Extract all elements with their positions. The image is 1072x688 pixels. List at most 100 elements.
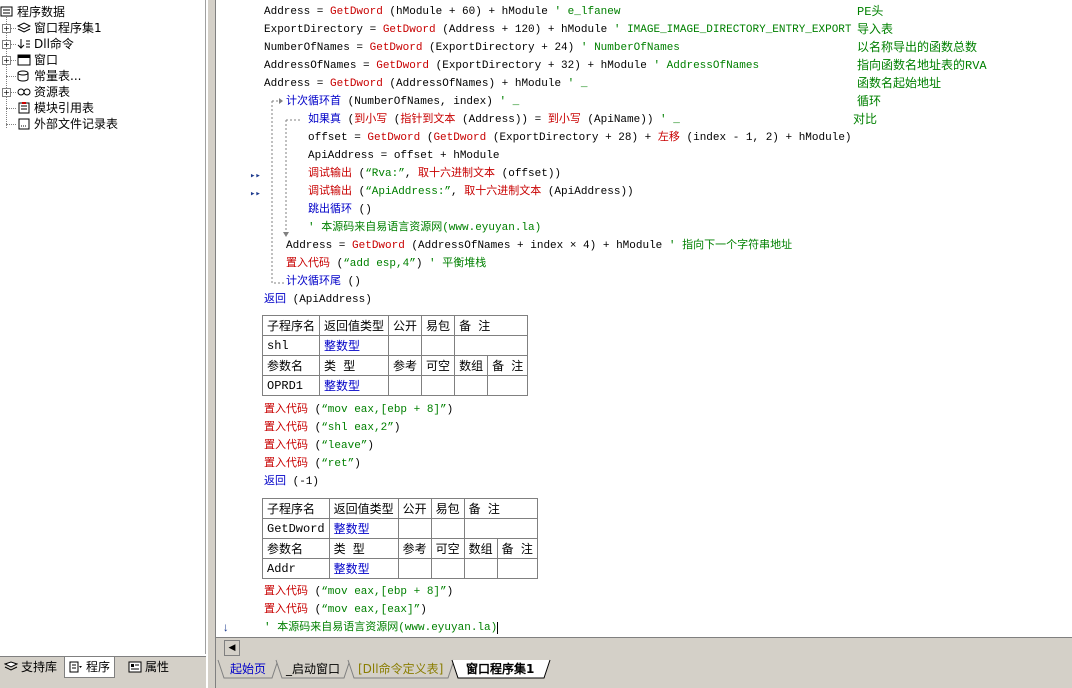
tree-item-label: 窗口 [34, 53, 59, 67]
remark-cell[interactable] [463, 518, 538, 539]
code-line[interactable]: Address = GetDword (AddressOfNames) + hM… [264, 75, 587, 93]
code-line[interactable]: NumberOfNames = GetDword (ExportDirector… [264, 39, 680, 57]
sub-name-cell[interactable]: GetDword [262, 518, 330, 539]
panel-splitter[interactable] [207, 0, 216, 688]
param-name-cell[interactable]: Addr [262, 558, 330, 579]
code-line[interactable]: 置入代码 (“mov eax,[ebp + 8]”) [264, 401, 453, 419]
tab-startup-window[interactable]: _启动窗口 [280, 660, 346, 678]
col-header: 备 注 [454, 315, 529, 336]
tab-window-assembly[interactable]: 窗口程序集1 [460, 660, 540, 678]
tree-item-label: Dll命令 [34, 37, 74, 51]
tree-item-resources[interactable]: 资源表 [17, 84, 70, 100]
tab-properties[interactable]: 属性 [124, 657, 173, 677]
code-line[interactable]: 置入代码 (“shl eax,2”) [264, 419, 400, 437]
subroutine-table-getdword: 子程序名 返回值类型 公开 易包 备 注 GetDword 整数型 参数名 类 … [262, 498, 538, 579]
param-array-cell[interactable] [463, 558, 498, 579]
tree-item-module-refs[interactable]: 模块引用表 [17, 100, 94, 116]
code-line[interactable]: 调试输出 (“Rva:”, 取十六进制文本 (offset)) [308, 165, 561, 183]
tab-program[interactable]: 程序 [64, 657, 116, 678]
col-header: 返回值类型 [319, 315, 390, 336]
code-line[interactable]: 置入代码 (“ret”) [264, 455, 361, 473]
col-header: 易包 [421, 315, 456, 336]
expand-toggle[interactable]: + [2, 88, 11, 97]
tree-item-dll-commands[interactable]: Dll命令 [17, 36, 74, 52]
tree-root-label: 程序数据 [17, 5, 66, 19]
code-line[interactable]: 置入代码 (“add esp,4”) ' 平衡堆栈 [286, 255, 486, 273]
properties-icon [128, 659, 142, 673]
code-line[interactable]: AddressOfNames = GetDword (ExportDirecto… [264, 57, 759, 75]
code-editor[interactable]: ▸▸ ▸▸ Address = GetDword (hModule + 60) … [216, 0, 1072, 637]
tree-item-label: 常量表... [34, 69, 82, 83]
tree-item-constants[interactable]: 常量表... [17, 68, 81, 84]
horizontal-scrollbar[interactable]: ◀ [216, 637, 1072, 658]
code-line[interactable]: 置入代码 (“mov eax,[eax]”) [264, 601, 427, 619]
public-cell[interactable] [388, 335, 423, 356]
param-remark-cell[interactable] [496, 558, 538, 579]
window-icon [17, 54, 31, 66]
param-remark-cell[interactable] [487, 375, 529, 396]
code-line[interactable]: 返回 (-1) [264, 473, 319, 491]
code-line[interactable]: 调试输出 (“ApiAddress:”, 取十六进制文本 (ApiAddress… [308, 183, 634, 201]
code-line[interactable]: offset = GetDword (GetDword (ExportDirec… [308, 129, 852, 147]
code-line[interactable]: ApiAddress = offset + hModule [308, 147, 499, 165]
tab-support-library[interactable]: 支持库 [0, 657, 61, 677]
code-line[interactable]: 置入代码 (“mov eax,[ebp + 8]”) [264, 583, 453, 601]
package-cell[interactable] [421, 335, 456, 356]
param-type-cell[interactable]: 整数型 [328, 558, 399, 579]
editor-tab-strip: 起始页 _启动窗口 [Dll命令定义表] 窗口程序集1 [216, 658, 1072, 680]
param-nullable-cell[interactable] [421, 375, 456, 396]
breakpoint-arrow-icon[interactable]: ▸▸ [250, 188, 262, 200]
return-type-cell[interactable]: 整数型 [328, 518, 399, 539]
tree-item-window[interactable]: 窗口 [17, 52, 58, 68]
breakpoint-arrow-icon[interactable]: ▸▸ [250, 170, 262, 182]
col-header: 类 型 [319, 355, 390, 376]
param-name-cell[interactable]: OPRD1 [261, 375, 321, 396]
package-cell[interactable] [430, 518, 465, 539]
col-header: 返回值类型 [328, 498, 399, 519]
tree-item-window-assembly[interactable]: 窗口程序集1 [16, 20, 102, 36]
param-type-cell[interactable]: 整数型 [319, 375, 390, 396]
tree-root[interactable]: 程序数据 [0, 4, 65, 20]
param-ref-cell[interactable] [388, 375, 423, 396]
code-line[interactable]: ExportDirectory = GetDword (Address + 12… [264, 21, 852, 39]
project-tree: 程序数据 + 窗口程序集1 + Dll命令 + 窗口 常量表... + 资源表 … [0, 0, 206, 654]
sub-name-cell[interactable]: shl [261, 335, 321, 356]
tree-item-label: 资源表 [34, 85, 71, 99]
param-array-cell[interactable] [454, 375, 489, 396]
line-note: 指向函数名地址表的RVA [857, 59, 987, 73]
code-line[interactable]: ' 本源码来自易语言资源网(www.eyuyan.la) [308, 219, 541, 237]
expand-toggle[interactable]: + [2, 56, 11, 65]
code-line[interactable]: Address = GetDword (hModule + 60) + hMod… [264, 3, 620, 21]
current-line-arrow-icon: ↓ [222, 621, 230, 635]
return-type-cell[interactable]: 整数型 [319, 335, 390, 356]
code-line[interactable]: 返回 (ApiAddress) [264, 291, 372, 309]
param-nullable-cell[interactable] [430, 558, 465, 579]
public-cell[interactable] [397, 518, 432, 539]
remark-cell[interactable] [454, 335, 529, 356]
scroll-left-icon[interactable]: ◀ [224, 640, 240, 656]
param-ref-cell[interactable] [397, 558, 432, 579]
code-line[interactable]: 计次循环首 (NumberOfNames, index) ' _ [286, 93, 519, 111]
tree-item-label: 模块引用表 [34, 101, 95, 115]
code-line[interactable]: 跳出循环 () [308, 201, 372, 219]
subroutine-table-shl: 子程序名 返回值类型 公开 易包 备 注 shl 整数型 参数名 类 型 参考 … [261, 315, 529, 396]
code-line[interactable]: 如果真 (到小写 (指针到文本 (Address)) = 到小写 (ApiNam… [308, 111, 680, 129]
tab-dll-definitions[interactable]: [Dll命令定义表] [352, 660, 449, 678]
code-line[interactable]: 计次循环尾 () [286, 273, 361, 291]
tree-item-external-files[interactable]: 外部文件记录表 [17, 116, 118, 132]
tab-start-page[interactable]: 起始页 [224, 660, 272, 678]
tab-label: 支持库 [21, 660, 58, 674]
program-icon [69, 659, 83, 673]
line-note: 函数名起始地址 [857, 77, 942, 91]
code-line[interactable]: Address = GetDword (AddressOfNames + ind… [286, 237, 792, 255]
left-panel: 程序数据 + 窗口程序集1 + Dll命令 + 窗口 常量表... + 资源表 … [0, 0, 207, 688]
dll-import-icon [17, 38, 31, 50]
expand-toggle[interactable]: + [2, 24, 11, 33]
col-header: 子程序名 [261, 315, 321, 336]
col-header: 参数名 [262, 538, 330, 559]
expand-toggle[interactable]: + [2, 40, 11, 49]
col-header: 公开 [397, 498, 432, 519]
code-line[interactable]: ' 本源码来自易语言资源网(www.eyuyan.la) [264, 619, 499, 637]
line-note: 以名称导出的函数总数 [857, 41, 978, 55]
code-line[interactable]: 置入代码 (“leave”) [264, 437, 374, 455]
